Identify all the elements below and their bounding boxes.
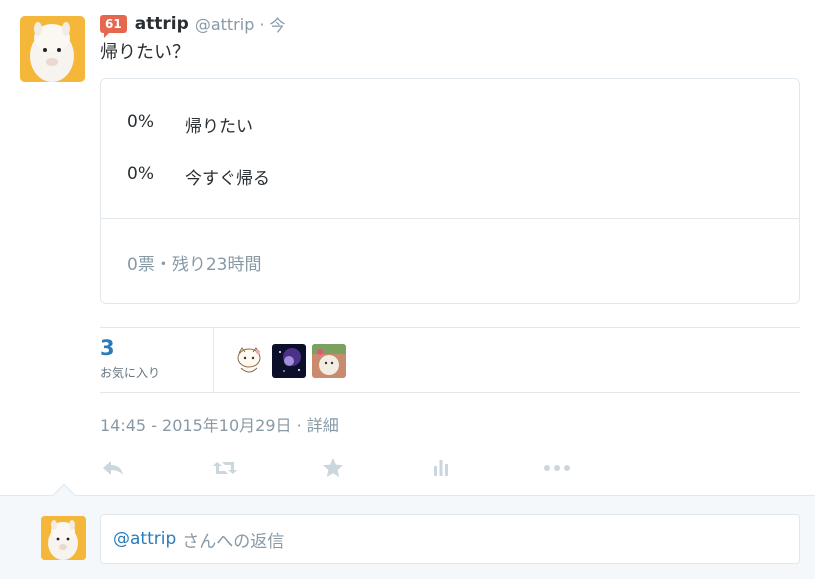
reply-icon bbox=[103, 461, 123, 475]
details-link[interactable]: 詳細 bbox=[307, 416, 339, 435]
tweet-time[interactable]: 今 bbox=[269, 12, 285, 36]
reply-mention: @attrip bbox=[113, 529, 177, 549]
poll-choice-label: 帰りたい bbox=[185, 117, 253, 137]
reply-button[interactable] bbox=[98, 454, 128, 482]
tweet-actions bbox=[100, 454, 600, 482]
favoriter-avatar[interactable] bbox=[312, 344, 346, 378]
tweet-stats: 3 お気に入り bbox=[100, 327, 800, 393]
retweet-icon bbox=[213, 462, 237, 474]
favoriter-avatar[interactable] bbox=[272, 344, 306, 378]
poll-divider bbox=[101, 218, 799, 219]
favoriter-avatar[interactable] bbox=[232, 344, 266, 378]
analytics-button[interactable] bbox=[426, 454, 456, 482]
user-screen-name[interactable]: @attrip bbox=[195, 15, 255, 34]
favorites-stat[interactable]: 3 お気に入り bbox=[100, 328, 214, 392]
tweet-timestamp: 14:45 - 2015年10月29日 · 詳細 bbox=[100, 412, 339, 436]
poll-choice: 0% 帰りたい bbox=[127, 112, 253, 137]
tweet-header: 61 attrip @attrip · 今 bbox=[100, 12, 285, 38]
poll-choice: 0% 今すぐ帰る bbox=[127, 164, 270, 189]
tweet-datetime: 14:45 - 2015年10月29日 bbox=[100, 416, 292, 435]
poll-footer: 0票・残り23時間 bbox=[127, 255, 262, 275]
more-button[interactable] bbox=[542, 454, 572, 482]
header-separator: · bbox=[259, 14, 265, 34]
retweet-button[interactable] bbox=[210, 454, 240, 482]
favorites-label[interactable]: お気に入り bbox=[100, 364, 160, 381]
analytics-icon bbox=[434, 460, 448, 476]
user-avatar[interactable] bbox=[20, 16, 85, 82]
tweet: 61 attrip @attrip · 今 帰りたい？ 0% 帰りたい 0% 今… bbox=[0, 0, 815, 495]
poll-choice-label: 今すぐ帰る bbox=[185, 169, 270, 189]
favorites-count[interactable]: 3 bbox=[100, 336, 115, 360]
favoriter-avatars bbox=[232, 344, 346, 378]
reply-user-avatar bbox=[41, 516, 86, 560]
reply-area: @attrip さんへの返信 bbox=[0, 483, 815, 579]
user-fullname[interactable]: attrip bbox=[135, 14, 189, 34]
poll-choice-percent: 0% bbox=[127, 112, 154, 132]
tweet-text: 帰りたい？ bbox=[100, 42, 190, 63]
favorite-button[interactable] bbox=[318, 454, 348, 482]
notification-badge[interactable]: 61 bbox=[100, 15, 127, 38]
reply-input[interactable]: @attrip さんへの返信 bbox=[100, 514, 800, 564]
poll-choice-percent: 0% bbox=[127, 164, 154, 184]
more-icon bbox=[544, 465, 570, 471]
timestamp-separator: · bbox=[296, 416, 302, 435]
poll-card: 0% 帰りたい 0% 今すぐ帰る 0票・残り23時間 bbox=[100, 78, 800, 304]
reply-placeholder: さんへの返信 bbox=[182, 531, 285, 552]
favorite-star-icon bbox=[323, 458, 343, 477]
